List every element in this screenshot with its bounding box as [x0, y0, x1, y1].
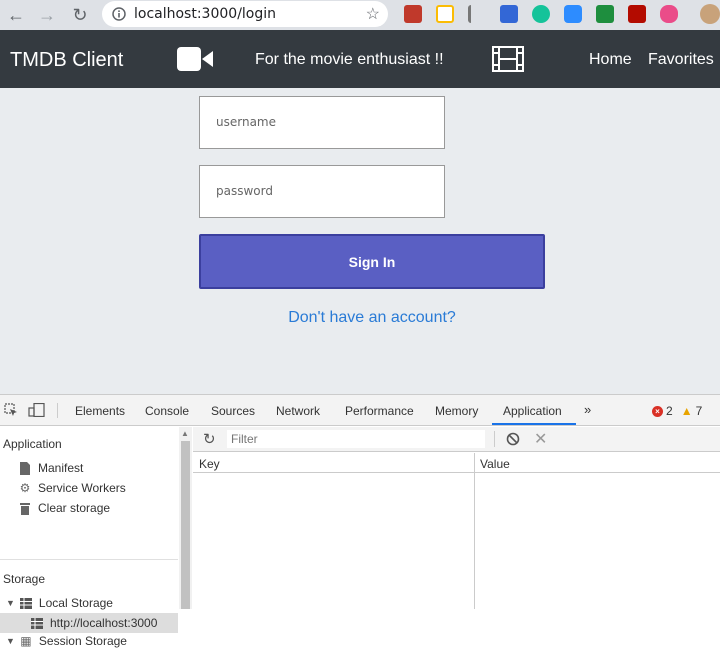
expand-arrow-icon[interactable]: ▼	[6, 636, 15, 646]
pdf-extension-icon[interactable]	[628, 5, 646, 23]
info-icon[interactable]	[112, 7, 126, 21]
sidebar-item-label: Clear storage	[38, 501, 111, 515]
reload-icon[interactable]: ↻	[67, 2, 93, 28]
warning-count: 7	[695, 404, 703, 418]
devtools-panel: Elements Console Sources Network Perform…	[0, 394, 720, 648]
extension-icon-9[interactable]	[660, 5, 678, 23]
sidebar-item-session-storage[interactable]: ▼ ▦ Session Storage	[6, 634, 127, 648]
more-tabs-icon[interactable]: »	[584, 402, 591, 417]
extension-icon-2[interactable]	[436, 5, 454, 23]
scroll-up-icon[interactable]: ▲	[181, 429, 189, 438]
column-header-value[interactable]: Value	[480, 457, 510, 471]
url-text: localhost:3000/login	[134, 6, 277, 22]
username-input[interactable]: username	[199, 96, 445, 149]
application-sidebar: Application Manifest ⚙ Service Workers C…	[0, 427, 192, 648]
profile-avatar[interactable]	[700, 4, 720, 24]
brand-link[interactable]: TMDB Client	[10, 49, 123, 72]
bookmark-star-icon[interactable]: ☆	[366, 4, 380, 24]
error-icon: ×	[652, 405, 663, 417]
signup-link[interactable]: Don't have an account?	[0, 309, 720, 327]
tagline: For the movie enthusiast !!	[255, 51, 444, 68]
grid-icon	[30, 616, 44, 630]
tab-performance[interactable]: Performance	[345, 404, 414, 418]
tab-elements[interactable]: Elements	[75, 404, 125, 418]
video-camera-icon	[177, 47, 213, 71]
devtools-tab-bar: Elements Console Sources Network Perform…	[0, 395, 720, 426]
nav-home-link[interactable]: Home	[589, 51, 632, 69]
extension-icon-3[interactable]	[468, 5, 486, 23]
address-bar[interactable]: localhost:3000/login ☆	[102, 1, 388, 27]
zoom-icon[interactable]	[564, 5, 582, 23]
forward-icon[interactable]: →	[34, 2, 60, 28]
sidebar-divider	[0, 559, 178, 560]
trash-icon	[18, 501, 32, 515]
sign-in-button[interactable]: Sign In	[199, 234, 545, 289]
sidebar-item-label: Service Workers	[38, 481, 126, 495]
delete-selected-icon[interactable]: ✕	[534, 429, 547, 449]
checkmark-extension-icon[interactable]	[596, 5, 614, 23]
device-toolbar-icon[interactable]	[28, 403, 46, 417]
password-input[interactable]: password	[199, 165, 445, 218]
document-icon	[18, 461, 32, 475]
expand-arrow-icon[interactable]: ▼	[6, 598, 15, 608]
tab-network[interactable]: Network	[276, 404, 320, 418]
warning-icon: ▲	[680, 404, 693, 418]
sidebar-item-label: Manifest	[38, 461, 84, 475]
extension-icon-4[interactable]	[500, 5, 518, 23]
sidebar-item-clear-storage[interactable]: Clear storage	[18, 501, 110, 515]
filter-input[interactable]	[227, 430, 485, 448]
tab-memory[interactable]: Memory	[435, 404, 478, 418]
tab-application[interactable]: Application	[503, 404, 562, 418]
back-icon[interactable]: ←	[3, 2, 29, 28]
tab-sources[interactable]: Sources	[211, 404, 255, 418]
column-divider[interactable]	[474, 453, 475, 609]
sidebar-item-label: http://localhost:3000	[50, 616, 158, 630]
app-navbar: TMDB Client For the movie enthusiast !! …	[0, 30, 720, 88]
tab-console[interactable]: Console	[145, 404, 189, 418]
storage-toolbar: ↻ ✕	[193, 427, 720, 452]
sidebar-item-manifest[interactable]: Manifest	[18, 461, 83, 475]
issues-counter[interactable]: × 2 ▲ 7	[652, 404, 702, 418]
extension-icon-1[interactable]	[404, 5, 422, 23]
grid-icon: ▦	[20, 634, 32, 648]
sidebar-item-label: Session Storage	[38, 634, 127, 648]
sidebar-item-localhost-origin[interactable]: http://localhost:3000	[30, 616, 157, 630]
gear-icon: ⚙	[19, 481, 31, 495]
browser-toolbar: ← → ↻ localhost:3000/login ☆	[0, 0, 720, 30]
film-strip-icon	[492, 46, 524, 72]
active-tab-indicator	[492, 423, 576, 425]
clear-all-icon[interactable]	[506, 432, 520, 446]
grammarly-icon[interactable]	[532, 5, 550, 23]
sidebar-scrollbar-thumb[interactable]	[181, 441, 190, 609]
sidebar-item-service-workers[interactable]: ⚙ Service Workers	[18, 481, 126, 495]
nav-favorites-link[interactable]: Favorites	[648, 51, 714, 69]
refresh-icon[interactable]: ↻	[203, 430, 216, 448]
inspect-element-icon[interactable]	[4, 403, 18, 417]
toolbar-divider	[494, 431, 495, 447]
error-count: 2	[666, 404, 673, 418]
sidebar-section-application: Application	[3, 437, 62, 451]
column-header-key[interactable]: Key	[199, 457, 220, 471]
storage-table-header: Key Value	[193, 453, 720, 473]
login-page: username password Sign In Don't have an …	[0, 88, 720, 394]
sidebar-section-storage: Storage	[3, 572, 46, 586]
toolbar-divider	[57, 403, 58, 418]
